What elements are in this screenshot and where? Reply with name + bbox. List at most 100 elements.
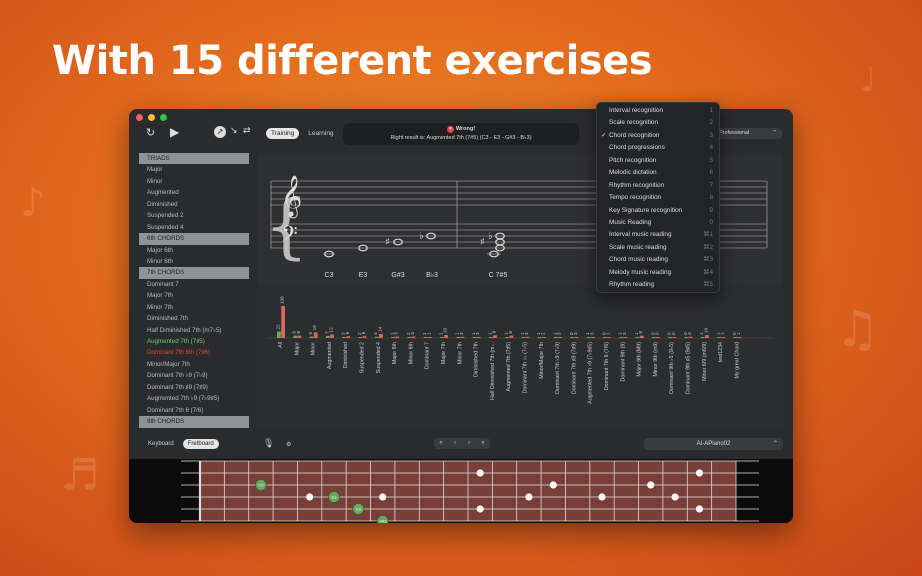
sidebar-chord-item[interactable]: Diminished 7th (139, 313, 249, 324)
menu-item[interactable]: Chord progressions 4 (597, 142, 719, 154)
sidebar-chord-item[interactable]: Dominant 7th ♭9 (7♭9) (139, 370, 249, 381)
first-button[interactable]: « (434, 438, 448, 449)
menu-item[interactable]: Rhythm reading ⌘5 (597, 279, 719, 291)
chart-bar (313, 332, 318, 338)
sidebar-chord-item[interactable]: Major 7th (139, 290, 249, 301)
sidebar-chord-item[interactable]: Augmented (139, 187, 249, 198)
menu-item-label: Chord music reading (609, 256, 668, 264)
sidebar-chord-item[interactable]: Dominant 7th 6th (7♯6) (139, 347, 249, 358)
chart-category-label: Dominant 9th (9) (620, 342, 626, 382)
menu-item[interactable]: Melody music reading ⌘4 (597, 267, 719, 279)
tab-keyboard[interactable]: Keyboard (143, 439, 179, 449)
chart-data-label: 108 (280, 296, 285, 304)
fret-marker (476, 505, 484, 513)
sidebar-section-header: 9th CHORDS (139, 416, 249, 428)
menu-item[interactable]: Melodic dictation 6 (597, 167, 719, 179)
marker-note-label: G#3 (379, 519, 387, 524)
menu-item[interactable]: Tempo recognition 8 (597, 192, 719, 204)
menu-item[interactable]: Interval music reading ⌘1 (597, 229, 719, 241)
menu-item[interactable]: Scale recognition 2 (597, 117, 719, 129)
sharp-icon: ♯ (480, 237, 485, 248)
microphone-icon[interactable]: 🎙 (263, 438, 274, 449)
sidebar-section-header: 6th CHORDS (139, 233, 249, 245)
chart-bar (476, 337, 481, 338)
fret-marker (671, 493, 679, 501)
music-note-decoration: ♬ (60, 450, 100, 501)
previous-button[interactable]: ‹ (448, 438, 462, 449)
last-button[interactable]: » (476, 438, 490, 449)
menu-item[interactable]: Key Signature recognition 9 (597, 205, 719, 217)
fret-marker (695, 469, 704, 477)
fretboard-graphic[interactable]: C3 E3 E3 G#3 (129, 459, 793, 523)
wrong-icon: ✕ (446, 126, 454, 133)
chart-bar (639, 335, 644, 338)
menu-item[interactable]: Pitch recognition 5 (597, 155, 719, 167)
chart-category-label: Diminished (343, 342, 349, 368)
music-note-decoration: ♫ (835, 300, 880, 358)
settings-icon[interactable]: ⚙ (286, 441, 291, 448)
sound-select[interactable]: AI-APiano02 ⌃ (644, 438, 783, 450)
chart-data-label: 4 (524, 332, 529, 335)
sidebar-chord-item[interactable]: Suspended 2 (139, 210, 249, 221)
chart-category-label: Minor 9th (m9) (653, 342, 659, 377)
sidebar-chord-item[interactable]: Minor 7th (139, 302, 249, 313)
fret-marker (695, 505, 704, 513)
menu-item[interactable]: Chord music reading ⌘3 (597, 254, 719, 266)
menu-item-label: Rhythm reading (609, 281, 655, 289)
menu-item[interactable]: ✓ Chord recognition 3 (597, 130, 719, 142)
sidebar-chord-item[interactable]: Half Diminished 7th (m7♭5) (139, 325, 249, 336)
sidebar-chord-item[interactable]: Suspended 4 (139, 222, 249, 233)
chart-bar (700, 337, 705, 338)
menu-item[interactable]: Scale music reading ⌘2 (597, 242, 719, 254)
exercise-menu: Interval recognition 1 Scale recognition 2 ✓… (596, 102, 720, 293)
chart-data-label: 1 (606, 332, 611, 335)
fret-marker (306, 493, 314, 501)
chart-data-label: 19 (312, 325, 317, 331)
chart-data-label: 3 (557, 332, 562, 335)
chart-data-label: 1 (426, 332, 431, 335)
menu-item[interactable]: Interval recognition 1 (597, 105, 719, 117)
menu-item[interactable]: Music Reading 0 (597, 217, 719, 229)
harmonic-icon[interactable]: ⇄ (243, 126, 251, 136)
melodic-down-icon[interactable]: ↘ (230, 126, 238, 136)
sidebar-chord-item[interactable]: Dominant 7th 6 (7/6) (139, 405, 249, 416)
chart-data-label: 1 (720, 332, 725, 335)
chart-data-label: 1 (736, 332, 741, 335)
tab-training[interactable]: Training (266, 128, 300, 139)
sidebar-chord-item[interactable]: Minor (139, 176, 249, 187)
sidebar-chord-item[interactable]: Major 6th (139, 245, 249, 256)
statistics-panel: 22 108 All 8 8 Major 5 19 Minor 7 12 Augmented 3 6 Dim… (257, 289, 783, 427)
chart-category-label: Augmented 7th (7♯5) (506, 342, 512, 392)
tab-fretboard[interactable]: Fretboard (182, 439, 219, 449)
play-icon[interactable]: ▶ (170, 125, 179, 139)
chart-category-label: Major (294, 342, 300, 355)
sidebar-chord-item[interactable]: Augmented 7th (7♯5) (139, 336, 249, 347)
chart-bar (460, 336, 465, 338)
chart-bar (733, 337, 738, 338)
chord-list-sidebar: TRIADS Major Minor Augmented Diminished Suspe… (139, 153, 249, 429)
tab-learning[interactable]: Learning (303, 128, 338, 139)
restart-icon[interactable]: ↻ (146, 126, 155, 139)
menu-item-label: Interval recognition (609, 107, 663, 114)
chart-bar (721, 337, 726, 338)
chart-data-label: 5 (394, 332, 399, 335)
sidebar-chord-item[interactable]: Diminished (139, 199, 249, 210)
next-button[interactable]: › (462, 438, 476, 449)
menu-item[interactable]: Rhythm recognition 7 (597, 180, 719, 192)
sidebar-chord-item[interactable]: Minor/Major 7th (139, 359, 249, 370)
chart-data-label: 4 (459, 332, 464, 335)
chart-bar (325, 335, 330, 338)
melodic-up-icon[interactable]: ↗ (214, 126, 226, 138)
chart-data-label: 5 (308, 332, 313, 335)
sidebar-chord-item[interactable]: Dominant 7 (139, 279, 249, 290)
chart-bar (362, 336, 367, 338)
sidebar-chord-item[interactable]: Minor 6th (139, 256, 249, 267)
sidebar-chord-item[interactable]: Major (139, 164, 249, 175)
chart-bar (603, 337, 607, 338)
chart-bar (590, 337, 595, 338)
sidebar-chord-item[interactable]: Augmented 7th ♭9 (7♭9♯5) (139, 393, 249, 404)
sidebar-chord-item[interactable]: Dominant 7th ♯9 (7♯9) (139, 382, 249, 393)
chart-data-label: 3 (589, 332, 594, 335)
statistics-bar-chart: 22108All8 8Major519Minor712Augmented3 6Dim… (267, 296, 773, 404)
chart-bar (705, 335, 709, 338)
